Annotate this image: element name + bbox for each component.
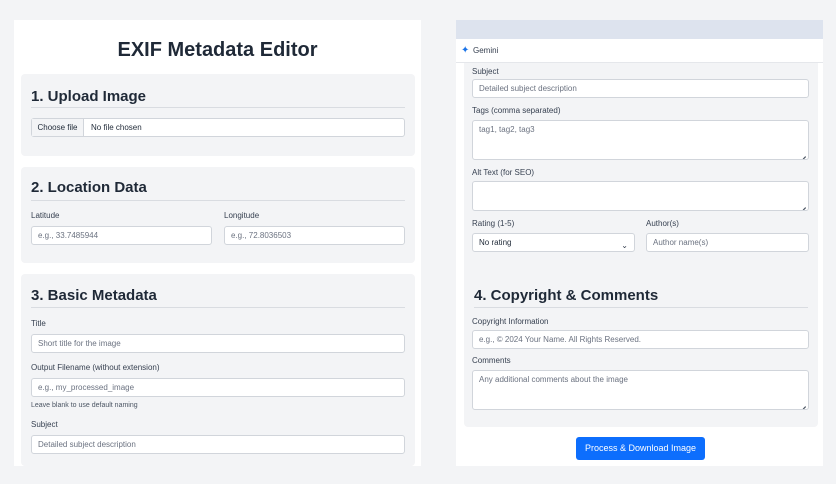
rating-select[interactable]: No rating ⌄ xyxy=(472,233,635,252)
tags-label: Tags (comma separated) xyxy=(472,106,561,115)
latitude-input[interactable]: e.g., 33.7485944 xyxy=(31,226,212,245)
rating-label: Rating (1-5) xyxy=(472,219,515,228)
sparkle-icon: ✦ xyxy=(461,45,470,56)
divider xyxy=(474,307,808,308)
upload-heading: 1. Upload Image xyxy=(31,88,147,105)
copyright-heading: 4. Copyright & Comments xyxy=(474,287,659,304)
latitude-label: Latitude xyxy=(31,211,60,220)
file-status: No file chosen xyxy=(91,123,142,132)
details-section: Subject Detailed subject description Tag… xyxy=(464,63,818,287)
filename-hint: Leave blank to use default naming xyxy=(31,402,138,409)
chevron-down-icon: ⌄ xyxy=(621,241,628,250)
tags-placeholder: tag1, tag2, tag3 xyxy=(479,125,535,134)
comments-placeholder: Any additional comments about the image xyxy=(479,375,628,384)
location-section: 2. Location Data Latitude e.g., 33.74859… xyxy=(21,167,415,263)
subject-input[interactable]: Detailed subject description xyxy=(472,79,809,98)
resize-handle-icon[interactable] xyxy=(800,401,806,407)
left-panel: EXIF Metadata Editor 1. Upload Image Cho… xyxy=(14,20,421,466)
upload-section: 1. Upload Image Choose file No file chos… xyxy=(21,74,415,156)
copyright-label: Copyright Information xyxy=(472,317,549,326)
process-download-button[interactable]: Process & Download Image xyxy=(576,437,705,460)
basic-metadata-heading: 3. Basic Metadata xyxy=(31,287,157,304)
location-heading: 2. Location Data xyxy=(31,179,147,196)
divider xyxy=(31,107,405,108)
comments-label: Comments xyxy=(472,356,511,365)
file-input[interactable]: Choose file No file chosen xyxy=(31,118,405,137)
choose-file-button[interactable]: Choose file xyxy=(32,119,84,136)
filename-label: Output Filename (without extension) xyxy=(31,363,160,372)
alt-text-textarea[interactable] xyxy=(472,181,809,211)
resize-handle-icon[interactable] xyxy=(800,151,806,157)
copyright-section: 4. Copyright & Comments Copyright Inform… xyxy=(464,276,818,427)
gemini-label: Gemini xyxy=(473,46,499,55)
divider xyxy=(31,200,405,201)
subject-label: Subject xyxy=(31,420,58,429)
resize-handle-icon[interactable] xyxy=(800,202,806,208)
author-label: Author(s) xyxy=(646,219,679,228)
title-label: Title xyxy=(31,319,46,328)
basic-metadata-section: 3. Basic Metadata Title Short title for … xyxy=(21,274,415,466)
page-title: EXIF Metadata Editor xyxy=(117,39,318,61)
alt-text-label: Alt Text (for SEO) xyxy=(472,168,535,177)
filename-input[interactable]: e.g., my_processed_image xyxy=(31,378,405,397)
subject-input[interactable]: Detailed subject description xyxy=(31,435,405,454)
title-input[interactable]: Short title for the image xyxy=(31,334,405,353)
gemini-bar xyxy=(456,20,823,39)
subject-label: Subject xyxy=(472,67,499,76)
tags-textarea[interactable]: tag1, tag2, tag3 xyxy=(472,120,809,160)
comments-textarea[interactable]: Any additional comments about the image xyxy=(472,370,809,410)
gemini-tab[interactable]: ✦ Gemini xyxy=(456,39,823,63)
longitude-label: Longitude xyxy=(224,211,260,220)
author-input[interactable]: Author name(s) xyxy=(646,233,809,252)
rating-value: No rating xyxy=(479,238,512,247)
right-panel: ✦ Gemini Subject Detailed subject descri… xyxy=(456,20,823,466)
longitude-input[interactable]: e.g., 72.8036503 xyxy=(224,226,405,245)
divider xyxy=(31,307,405,308)
copyright-input[interactable]: e.g., © 2024 Your Name. All Rights Reser… xyxy=(472,330,809,349)
